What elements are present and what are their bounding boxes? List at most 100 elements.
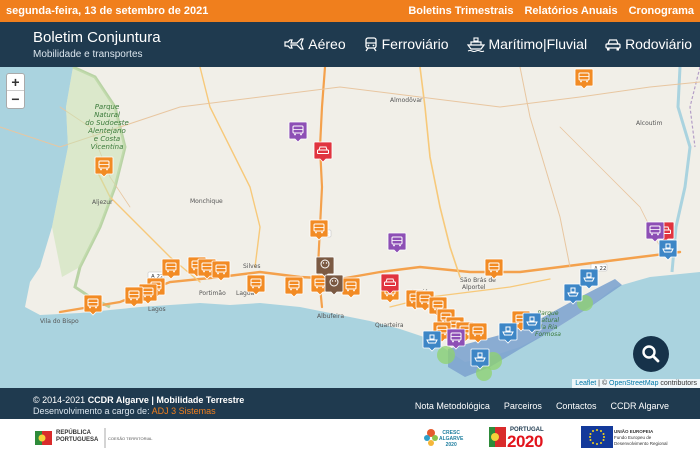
copyright-year: © 2014-2021 (33, 395, 88, 405)
zoom-out-button[interactable]: − (7, 91, 24, 108)
map-attribution: Leaflet | © OpenStreetMap contributors (572, 379, 700, 388)
train-icon (364, 36, 377, 51)
eu-line3: Desenvolvimento Regional (614, 441, 668, 446)
plane-icon (284, 38, 305, 50)
footer-link-parceiros[interactable]: Parceiros (504, 401, 542, 411)
nav-maritimo-label: Marítimo|Fluvial (488, 36, 588, 52)
ferry-marker[interactable] (498, 322, 518, 344)
bus-stop-marker[interactable] (341, 277, 361, 299)
site-footer: © 2014-2021 CCDR Algarve | Mobilidade Te… (0, 388, 700, 419)
site-subtitle: Mobilidade e transportes (33, 49, 143, 60)
ferry-marker[interactable] (658, 239, 678, 261)
bus-stop-marker[interactable] (211, 260, 231, 282)
main-nav: Aéreo Ferroviário Marítimo|Fluvial Rodov… (266, 36, 700, 52)
label-almodovar: Almodôvar (390, 97, 423, 104)
zoom-control: + − (6, 73, 25, 109)
bus-stop-marker[interactable] (94, 156, 114, 178)
poi-marker[interactable] (324, 274, 344, 296)
top-bar: segunda-feira, 13 de setembro de 2021 Bo… (0, 0, 700, 22)
bus-stop-marker[interactable] (83, 294, 103, 316)
cresc-line3: 2020 (445, 442, 457, 448)
cluster-marker[interactable] (437, 346, 455, 364)
bus-stop-marker[interactable] (246, 274, 266, 296)
ferry-marker[interactable] (522, 312, 542, 334)
republica-portuguesa-logo (35, 431, 52, 445)
label-albufeira: Albufeira (317, 313, 344, 320)
republica-portuguesa-text: REPÚBLICA PORTUGUESA (56, 430, 98, 444)
search-icon (642, 345, 660, 363)
bus-stop-marker[interactable] (124, 286, 144, 308)
link-boletins-trimestrais[interactable]: Boletins Trimestrais (408, 5, 513, 17)
eu-text: UNIÃO EUROPEIA Fundo Europeu de Desenvolvi… (614, 429, 668, 447)
label-monchique: Monchique (190, 198, 223, 205)
nav-aereo[interactable]: Aéreo (284, 36, 346, 52)
rental-marker[interactable] (313, 141, 333, 163)
portugal-2020-logo (489, 427, 506, 447)
station-marker[interactable] (387, 232, 407, 254)
attribution-contributors: contributors (658, 380, 697, 387)
map[interactable]: Parque Natural do Sudoeste Alentejano e Cost… (0, 67, 700, 388)
bus-markers (83, 68, 594, 344)
top-links: Boletins Trimestrais Relatórios Anuais C… (408, 5, 694, 17)
footer-link-ccdr[interactable]: CCDR Algarve (610, 401, 669, 411)
map-canvas[interactable]: Parque Natural do Sudoeste Alentejano e Cost… (0, 67, 700, 388)
portugal-2020-year: 2020 (507, 432, 543, 451)
rental-marker[interactable] (380, 273, 400, 295)
ferry-marker[interactable] (563, 283, 583, 305)
cresc-text: CRESC ALGARVE 2020 (439, 430, 463, 448)
footer-link-contactos[interactable]: Contactos (556, 401, 597, 411)
station-marker[interactable] (446, 328, 466, 350)
border-line (689, 67, 700, 148)
label-silves: Silves (243, 263, 261, 270)
osm-link[interactable]: OpenStreetMap (609, 380, 658, 387)
link-cronograma[interactable]: Cronograma (629, 5, 694, 17)
link-relatorios-anuais[interactable]: Relatórios Anuais (524, 5, 617, 17)
leaflet-link[interactable]: Leaflet (575, 380, 596, 387)
ferry-marker[interactable] (470, 348, 490, 370)
eu-flag-logo (581, 426, 613, 448)
car-icon (605, 38, 621, 50)
label-aljezur: Aljezur (92, 199, 113, 206)
developer-prefix: Desenvolvimento a cargo de: (33, 406, 152, 416)
nav-aereo-label: Aéreo (308, 36, 346, 52)
bus-stop-marker[interactable] (468, 322, 488, 344)
map-search-button[interactable] (633, 336, 669, 372)
logo-divider (104, 428, 106, 448)
cresc-algarve-logo (424, 429, 438, 446)
nav-ferroviario[interactable]: Ferroviário (364, 36, 449, 52)
bus-stop-marker[interactable] (284, 276, 304, 298)
developer-credit: Desenvolvimento a cargo de: ADJ 3 Sistem… (33, 406, 216, 416)
nav-rodoviario-label: Rodoviário (625, 36, 692, 52)
footer-link-nota[interactable]: Nota Metodológica (415, 401, 490, 411)
ship-icon (466, 36, 485, 52)
rp-line1: REPÚBLICA (56, 430, 92, 436)
site-header: Boletim Conjuntura Mobilidade e transpor… (0, 22, 700, 67)
copyright: © 2014-2021 CCDR Algarve | Mobilidade Te… (33, 395, 244, 405)
bus-stop-marker[interactable] (309, 219, 329, 241)
coesao-territorial-text: COESÃO TERRITORIAL (108, 436, 153, 441)
rp-line2: PORTUGUESA (56, 437, 99, 443)
zoom-in-button[interactable]: + (7, 74, 24, 91)
bus-stop-marker[interactable] (574, 68, 594, 90)
current-date: segunda-feira, 13 de setembro de 2021 (6, 5, 209, 17)
nav-ferroviario-label: Ferroviário (381, 36, 449, 52)
label-vila-do-bispo: Vila do Bispo (40, 318, 79, 325)
footer-links: Nota Metodológica Parceiros Contactos CC… (415, 401, 669, 411)
developer-link[interactable]: ADJ 3 Sistemas (152, 406, 216, 416)
site-title[interactable]: Boletim Conjuntura (33, 29, 161, 46)
station-marker[interactable] (288, 121, 308, 143)
label-lagos: Lagos (148, 306, 166, 313)
label-portimao: Portimão (199, 290, 226, 297)
attribution-separator: | © (596, 380, 610, 387)
ferry-marker[interactable] (579, 268, 599, 290)
ferry-marker[interactable] (422, 330, 442, 352)
nav-rodoviario[interactable]: Rodoviário (605, 36, 692, 52)
copyright-owner: CCDR Algarve | Mobilidade Terrestre (87, 395, 245, 405)
station-marker[interactable] (645, 221, 665, 243)
partner-logos (0, 419, 700, 455)
nav-maritimo[interactable]: Marítimo|Fluvial (466, 36, 588, 52)
label-alcoutim: Alcoutim (636, 120, 663, 127)
poi-marker[interactable] (315, 256, 335, 278)
bus-stop-marker[interactable] (161, 258, 181, 280)
bus-stop-marker[interactable] (484, 258, 504, 280)
